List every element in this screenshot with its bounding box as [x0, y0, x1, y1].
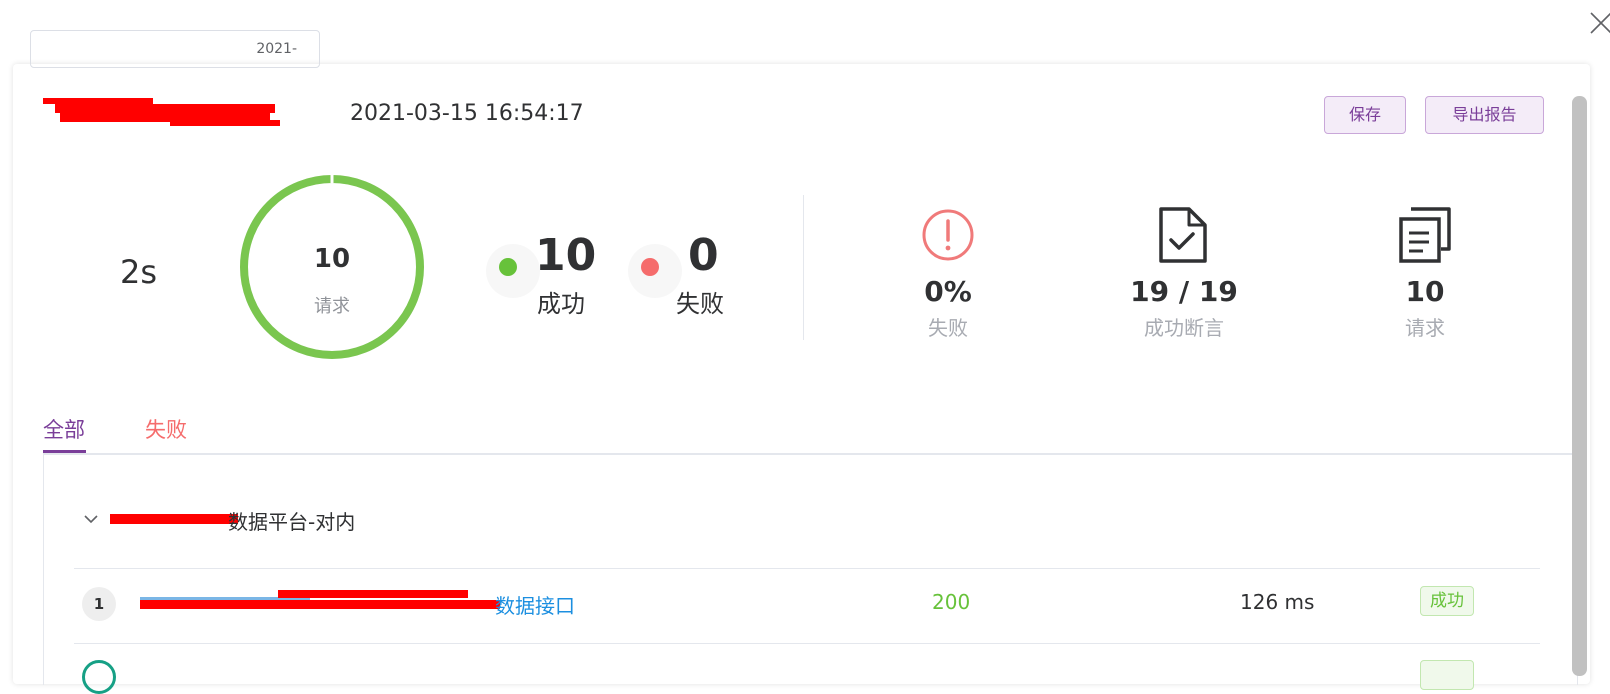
request-name-link[interactable]: 数据接口 — [495, 590, 575, 619]
row-index-badge: 1 — [82, 587, 116, 621]
export-report-button[interactable]: 导出报告 — [1425, 96, 1544, 134]
row-divider — [74, 568, 1540, 569]
assertions-value: 19 / 19 — [1130, 275, 1238, 308]
status-badge: 成功 — [1420, 586, 1474, 616]
redaction-mark — [170, 120, 280, 126]
document-check-icon — [1159, 207, 1207, 263]
report-name-value: 2021- — [256, 41, 297, 57]
exclamation-circle-icon — [922, 209, 974, 261]
copy-documents-icon — [1399, 207, 1451, 263]
row-index-badge — [82, 660, 116, 694]
success-label: 成功 — [537, 290, 585, 318]
success-dot-icon — [499, 258, 517, 276]
tab-fail[interactable]: 失败 — [145, 414, 187, 444]
run-time: 2021-03-15 16:54:17 — [350, 101, 584, 126]
row-divider — [74, 643, 1540, 644]
redaction-mark — [110, 514, 238, 524]
fail-rate-value: 0% — [924, 275, 972, 308]
duration-value: 2s — [120, 253, 158, 291]
status-code: 200 — [932, 590, 971, 614]
fail-rate-label: 失败 — [928, 316, 968, 340]
redaction-mark — [55, 104, 275, 113]
fail-label: 失败 — [676, 290, 724, 318]
scrollbar-thumb[interactable] — [1572, 96, 1587, 676]
redaction-mark — [278, 590, 468, 598]
assertions-label: 成功断言 — [1144, 316, 1224, 340]
fail-dot-icon — [641, 258, 659, 276]
report-name-field[interactable]: 2021- — [30, 30, 320, 68]
save-button[interactable]: 保存 — [1324, 96, 1406, 134]
requests-label: 请求 — [1405, 316, 1445, 340]
chevron-down-icon[interactable] — [84, 514, 98, 524]
ring-request-label: 请求 — [314, 296, 350, 317]
group-title[interactable]: 数据平台-对内 — [228, 506, 355, 535]
results-container — [43, 455, 1578, 685]
tab-all[interactable]: 全部 — [43, 414, 85, 444]
fail-count: 0 — [688, 230, 719, 281]
ring-request-count: 10 — [313, 244, 351, 274]
requests-value: 10 — [1405, 275, 1445, 308]
redaction-mark — [140, 600, 500, 609]
success-count: 10 — [535, 230, 597, 281]
close-icon[interactable] — [1588, 10, 1610, 36]
summary-divider — [803, 195, 804, 340]
response-time: 126 ms — [1240, 590, 1315, 614]
